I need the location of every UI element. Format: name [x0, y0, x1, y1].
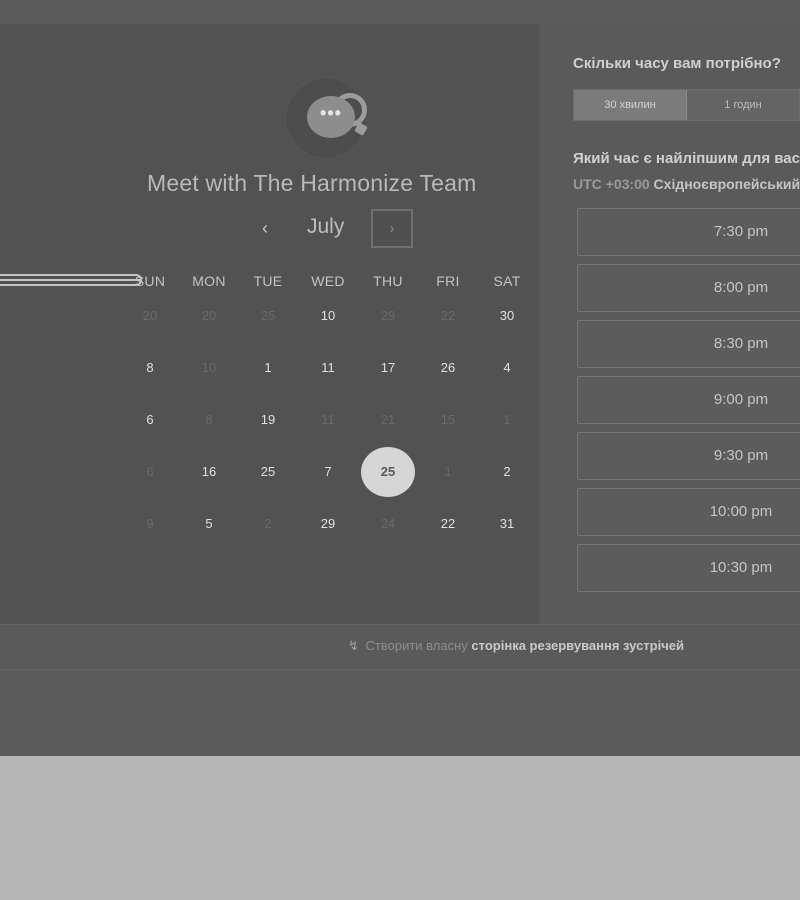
- duration-question: Скільки часу вам потрібно?: [573, 55, 781, 72]
- month-label: July: [307, 215, 345, 238]
- calendar-day[interactable]: 6: [132, 409, 168, 431]
- calendar-day: 20: [201, 308, 217, 323]
- calendar-day[interactable]: 5: [191, 513, 227, 535]
- time-slot-label: 7:30 pm: [713, 223, 769, 240]
- calendar-day[interactable]: 10: [310, 305, 346, 327]
- calendar-day: 2: [264, 516, 272, 531]
- weekday-1: MON: [192, 273, 226, 289]
- calendar-day[interactable]: 8: [132, 357, 168, 379]
- top-bar: [0, 0, 800, 24]
- time-slot-label: 9:00 pm: [713, 391, 769, 408]
- footer-link-text: сторінка резервування зустрічей: [471, 638, 684, 653]
- time-slot-button[interactable]: 9:30 pm: [577, 432, 800, 480]
- calendar-day: 6: [146, 464, 154, 479]
- calendar-day: 15: [440, 412, 456, 427]
- calendar-day[interactable]: 25: [250, 461, 286, 483]
- calendar-day[interactable]: 11: [310, 357, 346, 379]
- calendar-day[interactable]: 22: [430, 513, 466, 535]
- calendar-day: 22: [440, 308, 456, 323]
- calendar-day[interactable]: 31: [489, 513, 525, 535]
- selected-day[interactable]: 25: [361, 447, 415, 497]
- time-slot-button[interactable]: 7:30 pm: [577, 208, 800, 256]
- prev-month-button[interactable]: ‹: [256, 216, 274, 240]
- time-slot-button[interactable]: 9:00 pm: [577, 376, 800, 424]
- timezone-offset: UTC +03:00: [573, 176, 650, 192]
- calendar-day: 21: [380, 412, 396, 427]
- calendar-day: 24: [380, 516, 396, 531]
- calendar-day[interactable]: 7: [310, 461, 346, 483]
- calendar-day: 9: [146, 516, 154, 531]
- calendar-day[interactable]: 29: [310, 513, 346, 535]
- time-slot-label: 8:30 pm: [713, 335, 769, 352]
- timezone-label[interactable]: UTC +03:00 Східноєвропейський час: [573, 176, 800, 192]
- hubspot-sprocket-icon: ↯: [348, 638, 359, 653]
- calendar-day[interactable]: 19: [250, 409, 286, 431]
- create-booking-page-link[interactable]: ↯ Створити власну сторінка резервування …: [348, 638, 684, 654]
- duration-tabs: 30 хвилин 1 годин: [573, 89, 800, 121]
- calendar-day: 8: [205, 412, 213, 427]
- weekday-6: SAT: [493, 273, 521, 289]
- calendar-day: 20: [142, 308, 158, 323]
- weekday-3: WED: [311, 273, 345, 289]
- time-slot-label: 10:00 pm: [709, 503, 773, 520]
- calendar-day: 1: [444, 464, 452, 479]
- time-question: Який час є найліпшим для вас?: [573, 150, 800, 167]
- time-slot-label: 9:30 pm: [713, 447, 769, 464]
- time-slot-label: 10:30 pm: [709, 559, 773, 576]
- calendar-day[interactable]: 2: [489, 461, 525, 483]
- calendar-day[interactable]: 4: [489, 357, 525, 379]
- next-month-button[interactable]: ›: [371, 209, 413, 248]
- weekday-0: SUN: [134, 273, 166, 289]
- calendar-day: 29: [380, 308, 396, 323]
- timezone-name: Східноєвропейський час: [653, 176, 800, 192]
- calendar-day: 1: [503, 412, 511, 427]
- weekday-5: FRI: [436, 273, 460, 289]
- calendar-day[interactable]: 26: [430, 357, 466, 379]
- duration-1h-tab[interactable]: 1 годин: [687, 90, 800, 120]
- duration-30-tab[interactable]: 30 хвилин: [574, 90, 687, 120]
- calendar-day[interactable]: 17: [370, 357, 406, 379]
- weekday-4: THU: [373, 273, 403, 289]
- calendar-day: 11: [321, 412, 335, 427]
- calendar-day[interactable]: 1: [250, 357, 286, 379]
- meeting-title: Meet with The Harmonize Team: [147, 170, 477, 196]
- time-slot-button[interactable]: 8:30 pm: [577, 320, 800, 368]
- time-slot-button[interactable]: 8:00 pm: [577, 264, 800, 312]
- calendar-day: 10: [201, 360, 217, 375]
- calendar-day: 25: [260, 308, 276, 323]
- footer-prefix: Створити власну: [365, 638, 468, 653]
- ellipsis-icon: •••: [320, 103, 342, 123]
- calendar-day[interactable]: 16: [191, 461, 227, 483]
- time-slot-button[interactable]: 10:30 pm: [577, 544, 800, 592]
- slider-line: [0, 279, 140, 281]
- time-slot-button[interactable]: 10:00 pm: [577, 488, 800, 536]
- calendar-day[interactable]: 30: [489, 305, 525, 327]
- time-slot-label: 8:00 pm: [713, 279, 769, 296]
- weekday-2: TUE: [253, 273, 283, 289]
